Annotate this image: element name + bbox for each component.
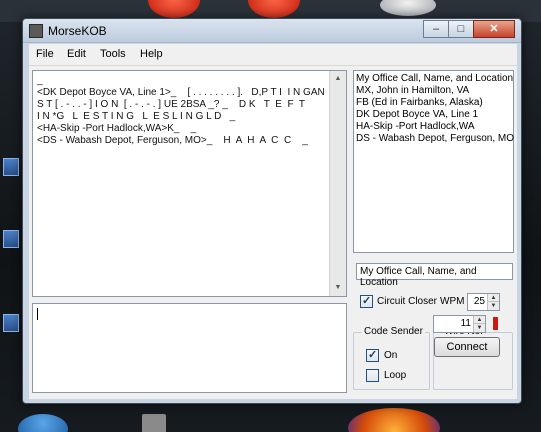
vertical-scrollbar[interactable]: ▲ ▼ — [329, 71, 346, 296]
wpm-label: WPM — [440, 296, 465, 307]
wire-spinner[interactable]: 11 ▲ ▼ — [433, 315, 486, 333]
spin-down-icon[interactable]: ▼ — [488, 302, 499, 310]
wire-spin-buttons: ▲ ▼ — [473, 316, 485, 332]
window-title: MorseKOB — [48, 24, 107, 38]
station-item[interactable]: MX, John in Hamilton, VA — [356, 85, 469, 96]
desktop-shortcut-icon[interactable] — [3, 230, 19, 248]
code-sender-loop-checkbox[interactable] — [366, 369, 379, 382]
code-sender-group: Code Sender — [353, 326, 430, 390]
menu-help[interactable]: Help — [140, 48, 163, 60]
text-caret — [37, 308, 38, 320]
station-list[interactable]: My Office Call, Name, and Location MX, J… — [353, 70, 514, 253]
code-sender-on-checkbox[interactable] — [366, 348, 379, 362]
spin-down-icon[interactable]: ▼ — [474, 324, 485, 332]
title-bar[interactable]: MorseKOB – □ ✕ — [23, 19, 521, 43]
menu-edit[interactable]: Edit — [67, 48, 86, 60]
app-icon — [29, 24, 43, 38]
log-line: _ — [37, 75, 43, 86]
log-line: S T [ . - . . - ] I O N [ . - . - . ] UE… — [37, 99, 306, 110]
desktop-app-icon[interactable] — [142, 414, 166, 432]
circuit-closer-label: Circuit Closer — [377, 296, 438, 307]
log-line: <HA-Skip -Port Hadlock,WA>K_ _ — [37, 123, 197, 134]
log-line: <DS - Wabash Depot, Ferguson, MO>_ H A H… — [37, 135, 308, 146]
menu-tools[interactable]: Tools — [100, 48, 126, 60]
close-button[interactable]: ✕ — [473, 20, 515, 38]
station-item[interactable]: DS - Wabash Depot, Ferguson, MO — [356, 133, 514, 144]
code-sender-title: Code Sender — [362, 326, 425, 337]
code-sender-loop-label: Loop — [384, 370, 407, 381]
log-line: <DK Depot Boyce VA, Line 1>_ [ . . . . .… — [37, 87, 325, 98]
received-text-area[interactable]: _ <DK Depot Boyce VA, Line 1>_ [ . . . .… — [32, 70, 347, 297]
desktop-shortcut-icon[interactable] — [3, 158, 19, 176]
log-line: I N *G L E S T I N G L E S L I N G L D _ — [37, 111, 236, 122]
scroll-up-arrow-icon[interactable]: ▲ — [332, 73, 344, 85]
circuit-closer-checkbox[interactable] — [360, 294, 373, 308]
maximize-button[interactable]: □ — [448, 20, 474, 38]
wpm-spin-buttons: ▲ ▼ — [487, 294, 499, 310]
code-sender-on-label: On — [384, 350, 398, 361]
wpm-spinner[interactable]: 25 ▲ ▼ — [467, 293, 500, 311]
station-item[interactable]: HA-Skip -Port Hadlock,WA — [356, 121, 475, 132]
wire-value: 11 — [460, 318, 471, 329]
desktop-shortcut-icon[interactable] — [3, 314, 19, 332]
wire-status-indicator — [493, 317, 498, 330]
menu-bar: File Edit Tools Help — [29, 44, 517, 66]
office-id-field[interactable]: My Office Call, Name, and Location — [356, 263, 513, 288]
send-text-area[interactable] — [32, 303, 347, 393]
scroll-down-arrow-icon[interactable]: ▼ — [332, 282, 344, 294]
morsekob-window: MorseKOB – □ ✕ File Edit Tools Help _ <D… — [22, 18, 522, 404]
station-item[interactable]: FB (Ed in Fairbanks, Alaska) — [356, 97, 483, 108]
minimize-button[interactable]: – — [423, 20, 449, 38]
firefox-icon[interactable] — [348, 408, 440, 432]
menu-file[interactable]: File — [36, 48, 54, 60]
station-item[interactable]: DK Depot Boyce VA, Line 1 — [356, 109, 478, 120]
wpm-value: 25 — [473, 296, 485, 307]
spin-up-icon[interactable]: ▲ — [488, 294, 499, 302]
station-item[interactable]: My Office Call, Name, and Location — [356, 73, 513, 84]
spin-up-icon[interactable]: ▲ — [474, 316, 485, 324]
connect-button[interactable]: Connect — [434, 337, 500, 357]
window-controls: – □ ✕ — [423, 20, 515, 38]
desktop-globe-icon[interactable] — [18, 414, 68, 432]
taskbar-icons — [0, 404, 541, 432]
